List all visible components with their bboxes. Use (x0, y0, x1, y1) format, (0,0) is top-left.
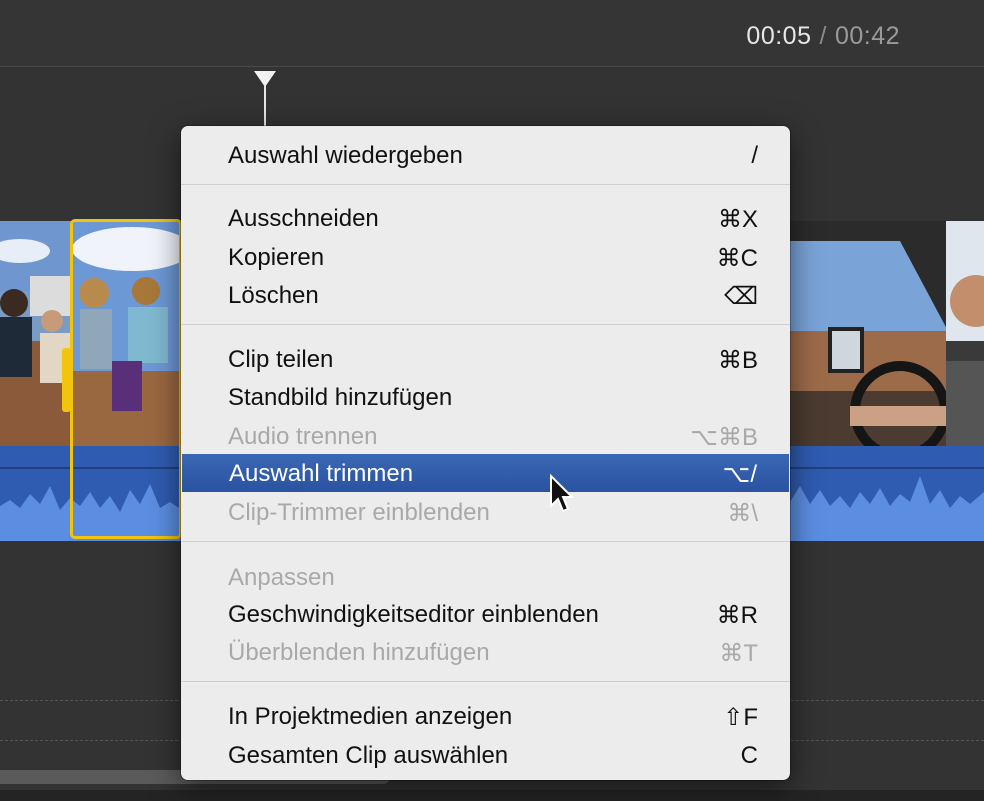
video-clip-thumbnail[interactable] (946, 221, 984, 447)
bottom-strip (0, 790, 984, 801)
timecode-display: 00:05/00:42 (746, 22, 900, 51)
playhead-icon[interactable] (254, 71, 276, 87)
menu-item-label: Gesamten Clip auswählen (228, 742, 509, 769)
menu-item-audio-trennen: Audio trennen ⌥⌘B (181, 417, 790, 455)
menu-item-shortcut: C (740, 742, 758, 769)
timeline-toolbar: 00:05/00:42 (0, 0, 984, 67)
current-time: 00:05 (746, 22, 812, 50)
menu-item-in-projektmedien-anzeigen[interactable]: In Projektmedien anzeigen ⇧F (181, 697, 790, 735)
menu-item-ausschneiden[interactable]: Ausschneiden ⌘X (181, 199, 790, 237)
menu-item-clip-teilen[interactable]: Clip teilen ⌘B (181, 340, 790, 378)
video-clip-thumbnail[interactable] (0, 221, 72, 447)
menu-item-shortcut: ⌥/ (722, 461, 757, 488)
menu-item-shortcut: ⌘\ (727, 500, 758, 527)
menu-item-standbild-hinzufuegen[interactable]: Standbild hinzufügen (181, 378, 790, 416)
time-separator: / (819, 22, 827, 50)
menu-item-shortcut: ⌥⌘B (690, 424, 758, 451)
menu-separator (181, 324, 790, 325)
delete-key-icon: ⌫ (724, 283, 758, 310)
menu-item-auswahl-wiedergeben[interactable]: Auswahl wiedergeben / (181, 136, 790, 174)
menu-item-label: Kopieren (228, 244, 325, 271)
menu-item-label: In Projektmedien anzeigen (228, 703, 513, 730)
menu-item-shortcut: ⌘T (719, 640, 758, 667)
menu-item-clip-trimmer-einblenden: Clip-Trimmer einblenden ⌘\ (181, 493, 790, 531)
menu-item-shortcut: ⌘C (716, 245, 758, 272)
menu-item-shortcut: ⌘X (717, 206, 758, 233)
menu-item-label: Auswahl wiedergeben (228, 142, 463, 169)
menu-separator (181, 681, 790, 682)
video-clip-thumbnail[interactable] (790, 221, 948, 447)
menu-item-label: Auswahl trimmen (229, 460, 414, 487)
menu-separator (181, 184, 790, 185)
menu-item-ueberblenden-hinzufuegen: Überblenden hinzufügen ⌘T (181, 633, 790, 671)
menu-item-label: Löschen (228, 282, 319, 309)
menu-item-geschwindigkeitseditor-einblenden[interactable]: Geschwindigkeitseditor einblenden ⌘R (181, 595, 790, 633)
menu-item-label: Überblenden hinzufügen (228, 639, 490, 666)
menu-item-label: Audio trennen (228, 423, 378, 450)
menu-item-loeschen[interactable]: Löschen ⌫ (181, 276, 790, 314)
arrow-cursor-icon (550, 474, 575, 513)
menu-item-label: Geschwindigkeitseditor einblenden (228, 601, 599, 628)
context-menu: Auswahl wiedergeben / Ausschneiden ⌘X Ko… (181, 126, 790, 780)
menu-item-shortcut: / (751, 142, 758, 169)
menu-item-gesamten-clip-auswaehlen[interactable]: Gesamten Clip auswählen C (181, 736, 790, 774)
menu-item-label: Clip teilen (228, 346, 334, 373)
menu-item-shortcut: ⇧F (723, 704, 758, 731)
menu-item-anpassen: Anpassen (181, 558, 790, 596)
clip-selection-frame[interactable] (70, 219, 182, 539)
menu-item-label: Clip-Trimmer einblenden (228, 499, 490, 526)
menu-item-label: Anpassen (228, 564, 335, 591)
menu-separator (181, 541, 790, 542)
trim-handle[interactable] (62, 348, 71, 412)
menu-item-shortcut: ⌘B (717, 347, 758, 374)
total-duration: 00:42 (834, 22, 900, 50)
menu-item-label: Ausschneiden (228, 205, 379, 232)
menu-item-auswahl-trimmen[interactable]: Auswahl trimmen ⌥/ (182, 454, 789, 492)
menu-item-kopieren[interactable]: Kopieren ⌘C (181, 238, 790, 276)
menu-item-shortcut: ⌘R (716, 602, 758, 629)
menu-item-label: Standbild hinzufügen (228, 384, 453, 411)
